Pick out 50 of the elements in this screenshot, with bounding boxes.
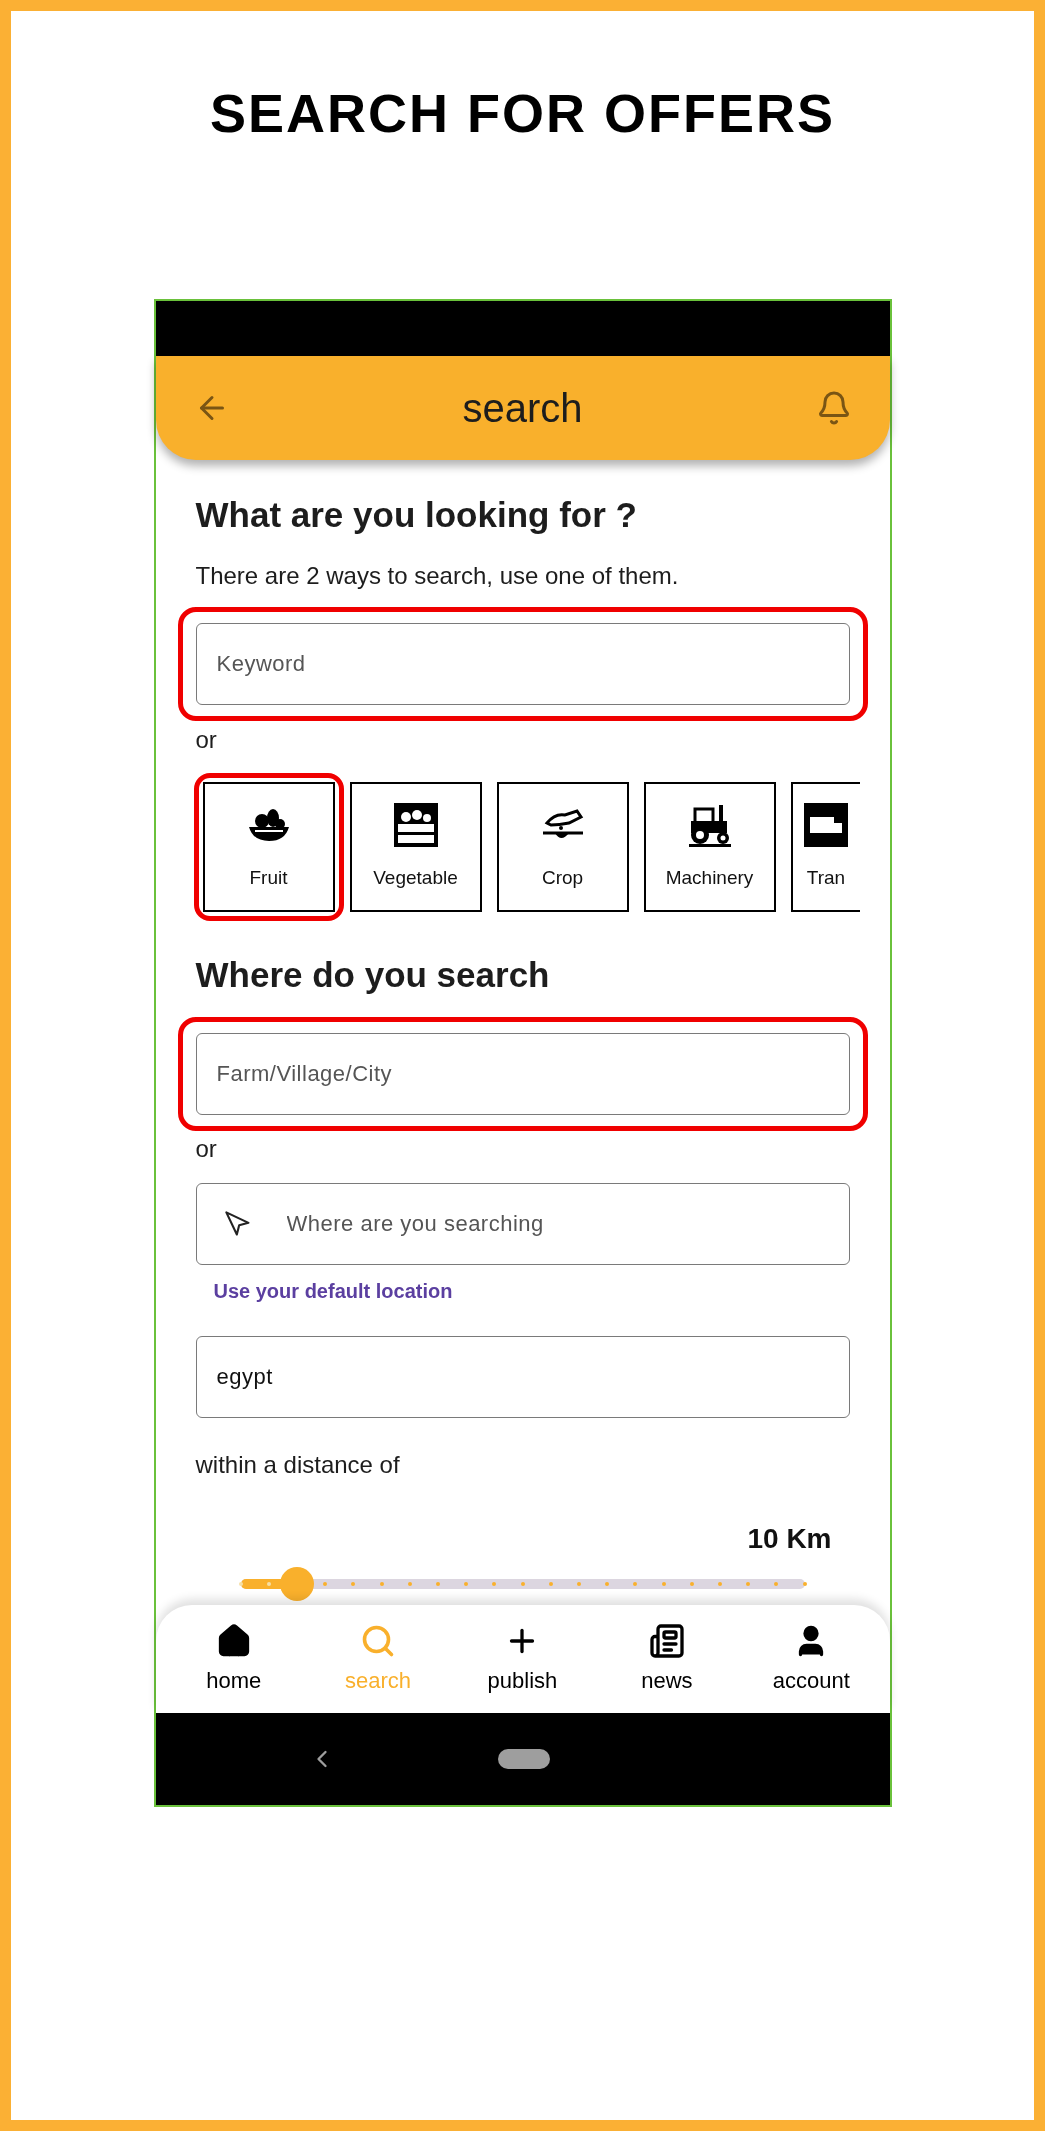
slider-tick bbox=[689, 1582, 694, 1586]
newspaper-icon bbox=[648, 1623, 685, 1659]
section-heading: What are you looking for ? bbox=[195, 494, 638, 536]
slider-tick bbox=[323, 1582, 328, 1586]
slider-tick bbox=[435, 1582, 440, 1586]
distance-value: 10 Km bbox=[747, 1522, 832, 1556]
nav-item[interactable]: home bbox=[168, 1623, 299, 1695]
category-tile[interactable]: Fruit bbox=[202, 782, 335, 912]
crate-icon bbox=[393, 802, 438, 847]
slider-tick bbox=[379, 1582, 384, 1586]
slider-tick bbox=[464, 1582, 469, 1586]
text-field[interactable]: Farm/Village/City bbox=[195, 1033, 850, 1115]
slider-tick bbox=[407, 1582, 412, 1586]
slider-tick bbox=[633, 1582, 638, 1586]
home-pill[interactable] bbox=[497, 1749, 550, 1769]
category-tile[interactable]: Crop bbox=[496, 782, 629, 912]
slider-tick bbox=[774, 1582, 779, 1586]
slider-tick bbox=[605, 1582, 610, 1586]
nav-item[interactable]: news bbox=[601, 1623, 732, 1695]
category-tile[interactable]: Vegetable bbox=[349, 782, 482, 912]
slider-tick bbox=[520, 1582, 525, 1586]
text-field[interactable]: Keyword bbox=[195, 623, 850, 705]
tractor-icon bbox=[686, 802, 733, 847]
nav-item[interactable]: account bbox=[746, 1623, 877, 1695]
distance-slider[interactable] bbox=[240, 1567, 805, 1601]
slider-tick bbox=[802, 1582, 807, 1586]
slider-tick bbox=[746, 1582, 751, 1586]
slider-tick bbox=[266, 1582, 271, 1586]
or-text: or bbox=[195, 1134, 218, 1164]
distance-label: within a distance of bbox=[195, 1450, 401, 1480]
default-location-link[interactable]: Use your default location bbox=[213, 1278, 453, 1304]
slider-tick bbox=[576, 1582, 581, 1586]
location-field[interactable]: Where are you searching bbox=[195, 1183, 850, 1265]
category-tile[interactable]: Tran bbox=[790, 782, 860, 912]
slider-thumb[interactable] bbox=[279, 1567, 314, 1601]
app-bar-title: search bbox=[462, 385, 583, 432]
or-text: or bbox=[195, 725, 218, 755]
slider-tick bbox=[492, 1582, 497, 1586]
slider-tick bbox=[351, 1582, 356, 1586]
navigation-icon bbox=[223, 1210, 252, 1238]
slider-tick bbox=[548, 1582, 553, 1586]
nav-item[interactable]: publish bbox=[457, 1623, 588, 1695]
text-field[interactable]: egypt bbox=[195, 1336, 850, 1418]
instruction-text: There are 2 ways to search, use one of them. bbox=[195, 561, 680, 591]
section-heading: Where do you search bbox=[195, 954, 551, 996]
slider-tick bbox=[238, 1582, 243, 1586]
slider-tick bbox=[661, 1582, 666, 1586]
category-tile[interactable]: Machinery bbox=[643, 782, 776, 912]
slider-tick bbox=[717, 1582, 722, 1586]
page-title: SEARCH FOR OFFERS bbox=[210, 83, 835, 143]
